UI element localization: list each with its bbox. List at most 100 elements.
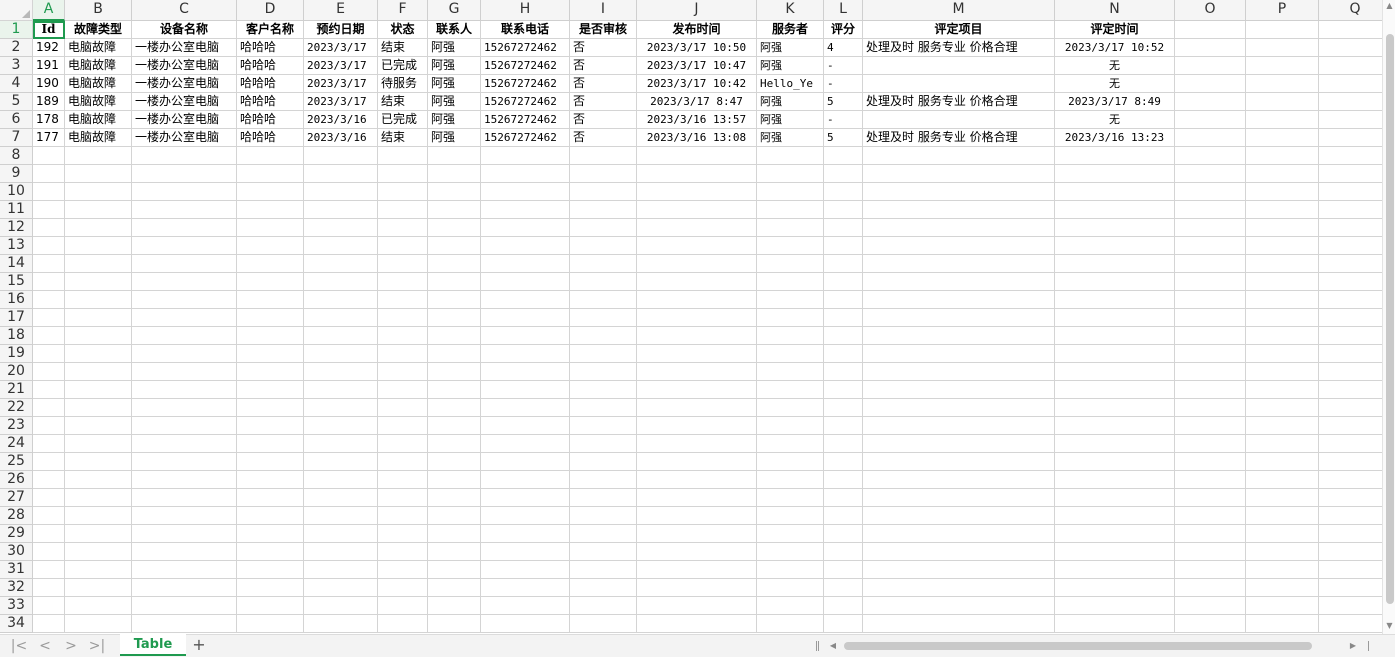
cell-o28[interactable] xyxy=(1175,507,1246,525)
cell-h30[interactable] xyxy=(481,543,570,561)
cell-o18[interactable] xyxy=(1175,327,1246,345)
cell-j24[interactable] xyxy=(637,435,757,453)
cell-h12[interactable] xyxy=(481,219,570,237)
cell-e19[interactable] xyxy=(304,345,378,363)
cell-m3[interactable] xyxy=(863,57,1055,75)
cell-d20[interactable] xyxy=(237,363,304,381)
cell-m18[interactable] xyxy=(863,327,1055,345)
cell-g17[interactable] xyxy=(428,309,481,327)
cell-j14[interactable] xyxy=(637,255,757,273)
cell-q22[interactable] xyxy=(1319,399,1382,417)
horizontal-scroll-thumb[interactable] xyxy=(844,642,1312,650)
cell-j15[interactable] xyxy=(637,273,757,291)
cell-h4[interactable]: 15267272462 xyxy=(481,75,570,93)
cell-p17[interactable] xyxy=(1246,309,1319,327)
cell-l3[interactable]: - xyxy=(824,57,863,75)
column-header-h[interactable]: H xyxy=(481,0,570,21)
cell-a33[interactable] xyxy=(33,597,65,615)
cell-n7[interactable]: 2023/3/16 13:23 xyxy=(1055,129,1175,147)
cell-c1[interactable]: 设备名称 xyxy=(132,21,237,39)
cell-b18[interactable] xyxy=(65,327,132,345)
row-header-10[interactable]: 10 xyxy=(0,183,33,201)
cell-f24[interactable] xyxy=(378,435,428,453)
row-header-3[interactable]: 3 xyxy=(0,57,33,75)
cell-i12[interactable] xyxy=(570,219,637,237)
cell-q11[interactable] xyxy=(1319,201,1382,219)
cell-k31[interactable] xyxy=(757,561,824,579)
cell-a7[interactable]: 177 xyxy=(33,129,65,147)
cell-k13[interactable] xyxy=(757,237,824,255)
cell-e20[interactable] xyxy=(304,363,378,381)
row-header-11[interactable]: 11 xyxy=(0,201,33,219)
cell-j17[interactable] xyxy=(637,309,757,327)
cell-k7[interactable]: 阿强 xyxy=(757,129,824,147)
scroll-left-icon[interactable]: ◀ xyxy=(828,639,838,653)
cell-m29[interactable] xyxy=(863,525,1055,543)
cell-o16[interactable] xyxy=(1175,291,1246,309)
cell-b21[interactable] xyxy=(65,381,132,399)
cell-j32[interactable] xyxy=(637,579,757,597)
cell-e34[interactable] xyxy=(304,615,378,633)
cell-k9[interactable] xyxy=(757,165,824,183)
cell-e30[interactable] xyxy=(304,543,378,561)
cell-m5[interactable]: 处理及时 服务专业 价格合理 xyxy=(863,93,1055,111)
cell-f23[interactable] xyxy=(378,417,428,435)
cell-i4[interactable]: 否 xyxy=(570,75,637,93)
cell-h5[interactable]: 15267272462 xyxy=(481,93,570,111)
cell-p1[interactable] xyxy=(1246,21,1319,39)
cell-f30[interactable] xyxy=(378,543,428,561)
column-header-k[interactable]: K xyxy=(757,0,824,21)
cell-p20[interactable] xyxy=(1246,363,1319,381)
cell-p10[interactable] xyxy=(1246,183,1319,201)
cell-m15[interactable] xyxy=(863,273,1055,291)
cell-b13[interactable] xyxy=(65,237,132,255)
cell-q10[interactable] xyxy=(1319,183,1382,201)
cell-j22[interactable] xyxy=(637,399,757,417)
scroll-up-icon[interactable]: ▲ xyxy=(1383,0,1395,12)
cell-m23[interactable] xyxy=(863,417,1055,435)
cell-k33[interactable] xyxy=(757,597,824,615)
cell-q20[interactable] xyxy=(1319,363,1382,381)
cell-i9[interactable] xyxy=(570,165,637,183)
cell-i28[interactable] xyxy=(570,507,637,525)
row-header-23[interactable]: 23 xyxy=(0,417,33,435)
cell-n11[interactable] xyxy=(1055,201,1175,219)
cell-q16[interactable] xyxy=(1319,291,1382,309)
row-header-33[interactable]: 33 xyxy=(0,597,33,615)
cell-d5[interactable]: 哈哈哈 xyxy=(237,93,304,111)
select-all-corner[interactable] xyxy=(0,0,33,21)
cell-k20[interactable] xyxy=(757,363,824,381)
cell-f3[interactable]: 已完成 xyxy=(378,57,428,75)
cell-q26[interactable] xyxy=(1319,471,1382,489)
cell-o22[interactable] xyxy=(1175,399,1246,417)
cell-p27[interactable] xyxy=(1246,489,1319,507)
cell-m16[interactable] xyxy=(863,291,1055,309)
cell-m28[interactable] xyxy=(863,507,1055,525)
cell-p29[interactable] xyxy=(1246,525,1319,543)
cell-l13[interactable] xyxy=(824,237,863,255)
cell-a30[interactable] xyxy=(33,543,65,561)
cell-m30[interactable] xyxy=(863,543,1055,561)
cell-a11[interactable] xyxy=(33,201,65,219)
cell-f34[interactable] xyxy=(378,615,428,633)
cell-l12[interactable] xyxy=(824,219,863,237)
cell-e5[interactable]: 2023/3/17 xyxy=(304,93,378,111)
cell-c2[interactable]: 一楼办公室电脑 xyxy=(132,39,237,57)
cell-e29[interactable] xyxy=(304,525,378,543)
cell-d11[interactable] xyxy=(237,201,304,219)
cell-p34[interactable] xyxy=(1246,615,1319,633)
cell-j33[interactable] xyxy=(637,597,757,615)
cell-e31[interactable] xyxy=(304,561,378,579)
cell-k29[interactable] xyxy=(757,525,824,543)
cell-o30[interactable] xyxy=(1175,543,1246,561)
cell-c24[interactable] xyxy=(132,435,237,453)
cell-d4[interactable]: 哈哈哈 xyxy=(237,75,304,93)
cell-h9[interactable] xyxy=(481,165,570,183)
cell-f27[interactable] xyxy=(378,489,428,507)
cell-e12[interactable] xyxy=(304,219,378,237)
row-header-12[interactable]: 12 xyxy=(0,219,33,237)
cell-c13[interactable] xyxy=(132,237,237,255)
cell-l23[interactable] xyxy=(824,417,863,435)
cell-a24[interactable] xyxy=(33,435,65,453)
cell-n5[interactable]: 2023/3/17 8:49 xyxy=(1055,93,1175,111)
